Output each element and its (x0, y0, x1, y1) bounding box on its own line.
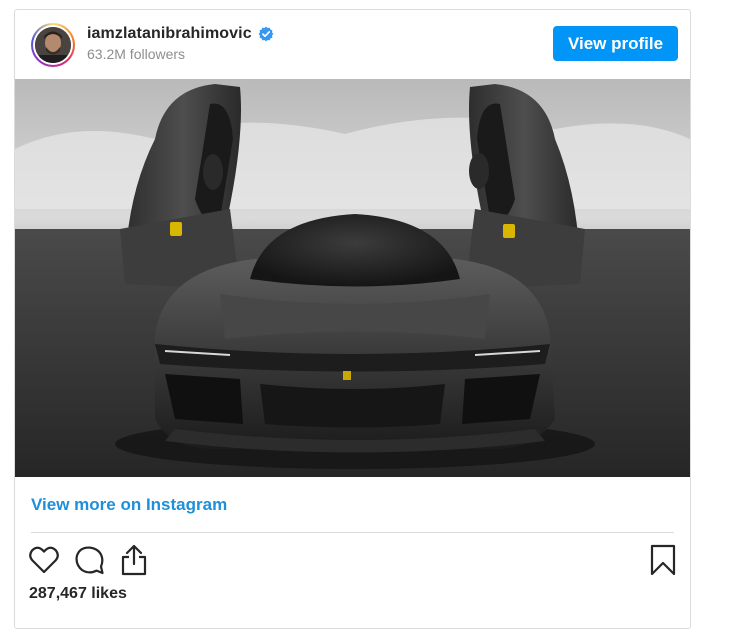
post-header: iamzlatanibrahimovic 63.2M followers Vie… (15, 10, 690, 79)
bookmark-icon[interactable] (648, 543, 678, 577)
likes-count: 287,467 likes (29, 585, 127, 602)
instagram-embed: iamzlatanibrahimovic 63.2M followers Vie… (14, 9, 691, 629)
comment-icon[interactable] (72, 543, 106, 577)
avatar-image (35, 26, 71, 63)
followers-count: 63.2M followers (87, 46, 186, 62)
ferrari-car-image (15, 79, 690, 477)
avatar[interactable] (31, 22, 75, 67)
heart-icon[interactable] (27, 543, 61, 577)
view-more-link[interactable]: View more on Instagram (31, 495, 227, 515)
view-more-section: View more on Instagram (31, 477, 674, 533)
view-profile-button[interactable]: View profile (553, 26, 678, 61)
action-bar (15, 533, 690, 587)
post-image[interactable] (15, 79, 690, 477)
verified-badge-icon (258, 26, 274, 42)
username[interactable]: iamzlatanibrahimovic (87, 25, 252, 43)
user-info: iamzlatanibrahimovic 63.2M followers (87, 25, 274, 62)
share-icon[interactable] (117, 543, 151, 577)
